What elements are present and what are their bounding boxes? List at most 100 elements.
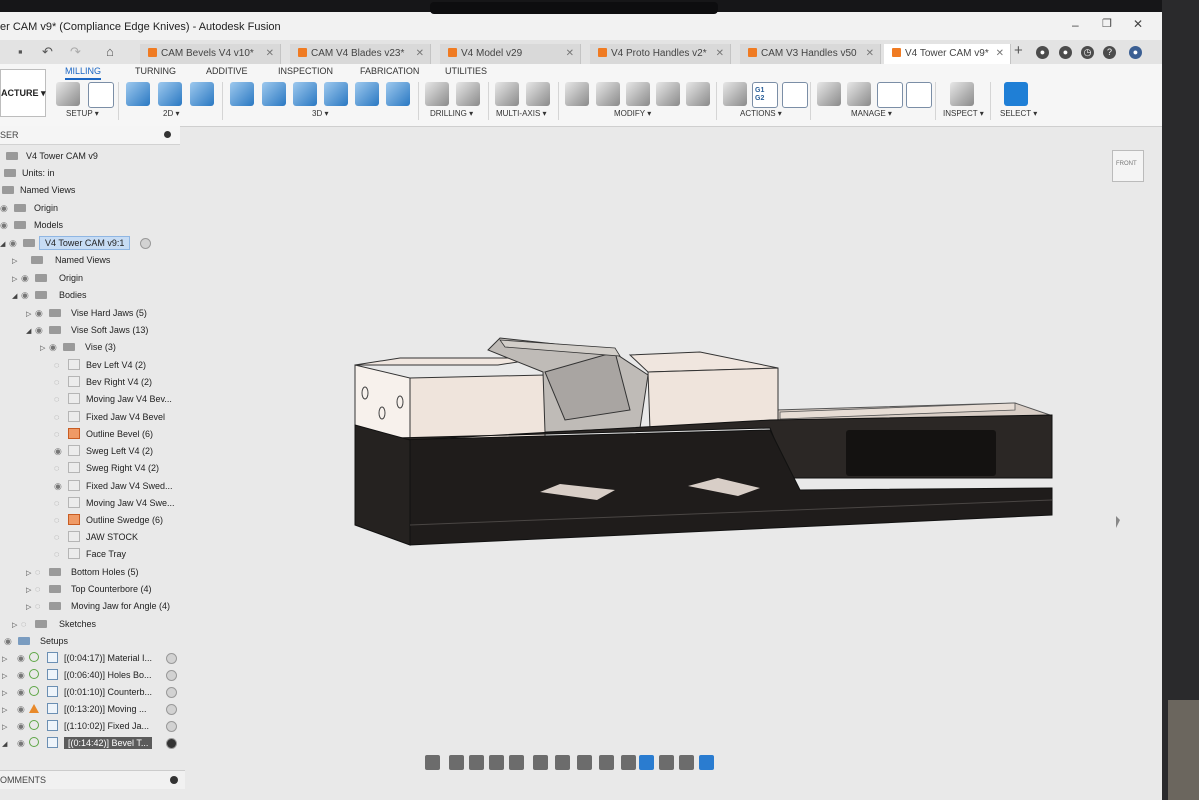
tree-setups[interactable]: ◉ Setups bbox=[4, 633, 68, 649]
setup-item[interactable]: ▷ ◉ [(0:01:10)] Counterb... bbox=[2, 684, 177, 702]
expand-arrow-icon[interactable]: ▷ bbox=[26, 307, 35, 323]
setup-radio-icon[interactable] bbox=[166, 738, 177, 749]
eye-icon[interactable]: ◌ bbox=[21, 616, 33, 632]
group-drilling[interactable]: DRILLING ▾ bbox=[430, 109, 473, 118]
viewports-icon[interactable] bbox=[577, 755, 592, 770]
stock-display-icon[interactable] bbox=[599, 755, 614, 770]
tree-comp-named-views[interactable]: ▷ Named Views bbox=[12, 252, 110, 268]
close-tab-icon[interactable]: ✕ bbox=[566, 44, 574, 64]
group-modify[interactable]: MODIFY ▾ bbox=[614, 109, 651, 118]
3d-adaptive-icon[interactable] bbox=[230, 82, 254, 106]
tab-milling[interactable]: MILLING bbox=[65, 66, 102, 80]
tree-sketches[interactable]: ▷ ◌ Sketches bbox=[12, 616, 96, 632]
eye-icon[interactable]: ◉ bbox=[4, 633, 16, 649]
tree-moving-jaw-angle[interactable]: ▷ ◌ Moving Jaw for Angle (4) bbox=[26, 598, 170, 614]
setup-item[interactable]: ▷ ◉ [(0:06:40)] Holes Bo... bbox=[2, 667, 177, 683]
post-process-icon[interactable]: G1 G2 bbox=[752, 82, 778, 108]
filter-icon[interactable] bbox=[679, 755, 694, 770]
template-library-icon[interactable] bbox=[877, 82, 903, 108]
tree-component[interactable]: ◢ ◉ V4 Tower CAM v9:1 bbox=[0, 235, 151, 251]
eye-icon[interactable]: ◌ bbox=[54, 546, 66, 562]
eye-icon[interactable]: ◌ bbox=[54, 374, 66, 390]
doc-tab-tower-cam[interactable]: V4 Tower CAM v9* ✕ bbox=[884, 44, 1011, 65]
eye-icon[interactable]: ◉ bbox=[17, 684, 29, 700]
comments-toggle-icon[interactable] bbox=[170, 776, 178, 784]
parallel-icon[interactable] bbox=[324, 82, 348, 106]
group-actions[interactable]: ACTIONS ▾ bbox=[740, 109, 782, 118]
eye-icon[interactable]: ◌ bbox=[54, 495, 66, 511]
collapse-arrow-icon[interactable]: ◢ bbox=[2, 737, 11, 753]
delete-toolpath-icon[interactable] bbox=[596, 82, 620, 106]
tab-turning[interactable]: TURNING bbox=[135, 66, 176, 76]
eye-icon[interactable]: ◌ bbox=[54, 426, 66, 442]
body-item[interactable]: ◌ Moving Jaw V4 Swe... bbox=[54, 495, 175, 511]
hole-recognition-icon[interactable] bbox=[456, 82, 480, 106]
activate-radio-icon[interactable] bbox=[140, 238, 151, 249]
group-select[interactable]: SELECT ▾ bbox=[1000, 109, 1037, 118]
measure-icon[interactable] bbox=[950, 82, 974, 106]
eye-icon[interactable]: ◌ bbox=[54, 529, 66, 545]
fit-icon[interactable] bbox=[509, 755, 524, 770]
new-tab-icon[interactable]: + bbox=[1014, 42, 1023, 59]
setup-radio-icon[interactable] bbox=[166, 721, 177, 732]
3d-pocket-icon[interactable] bbox=[262, 82, 286, 106]
expand-arrow-icon[interactable]: ▷ bbox=[26, 600, 35, 616]
eye-icon[interactable]: ◉ bbox=[21, 270, 33, 286]
vise-model[interactable] bbox=[354, 337, 1053, 546]
eye-icon[interactable]: ◉ bbox=[0, 217, 12, 233]
section-analysis-icon[interactable] bbox=[639, 755, 654, 770]
setup-radio-icon[interactable] bbox=[166, 670, 177, 681]
contour-icon[interactable] bbox=[386, 82, 410, 106]
expand-arrow-icon[interactable]: ▷ bbox=[12, 618, 21, 634]
expand-arrow-icon[interactable]: ▷ bbox=[12, 254, 21, 270]
eye-icon[interactable]: ◌ bbox=[35, 581, 47, 597]
machine-library-icon[interactable] bbox=[847, 82, 871, 106]
orbit-icon[interactable] bbox=[425, 755, 440, 770]
body-item[interactable]: ◌ Face Tray bbox=[54, 546, 126, 562]
help-icon[interactable]: ? bbox=[1103, 46, 1116, 59]
2d-pocket-icon[interactable] bbox=[158, 82, 182, 106]
expand-arrow-icon[interactable]: ▷ bbox=[2, 686, 11, 702]
scissors-icon[interactable] bbox=[565, 82, 589, 106]
display-settings-icon[interactable] bbox=[533, 755, 548, 770]
eye-icon[interactable]: ◉ bbox=[17, 667, 29, 683]
pan-icon[interactable] bbox=[469, 755, 484, 770]
collapse-arrow-icon[interactable]: ◢ bbox=[26, 324, 35, 340]
tree-comp-origin[interactable]: ▷ ◉ Origin bbox=[12, 270, 83, 286]
tree-bodies[interactable]: ◢ ◉ Bodies bbox=[12, 287, 87, 303]
face-icon[interactable] bbox=[190, 82, 214, 106]
eye-icon[interactable]: ◉ bbox=[54, 478, 66, 494]
tree-units[interactable]: Units: in bbox=[2, 165, 55, 181]
body-item[interactable]: ◌ Bev Right V4 (2) bbox=[54, 374, 152, 390]
undo-icon[interactable]: ↶ bbox=[42, 44, 53, 60]
duplicate-icon[interactable] bbox=[626, 82, 650, 106]
eye-icon[interactable]: ◉ bbox=[17, 735, 29, 751]
grid-settings-icon[interactable] bbox=[555, 755, 570, 770]
tool-library-icon[interactable] bbox=[817, 82, 841, 106]
job-status-icon[interactable]: ◷ bbox=[1081, 46, 1094, 59]
collapse-arrow-icon[interactable]: ◢ bbox=[12, 289, 21, 305]
tree-root[interactable]: V4 Tower CAM v9 bbox=[4, 148, 98, 164]
close-tab-icon[interactable]: ✕ bbox=[266, 44, 274, 64]
doc-tab-proto-handles[interactable]: V4 Proto Handles v2* ✕ bbox=[590, 44, 731, 64]
2d-adaptive-icon[interactable] bbox=[126, 82, 150, 106]
group-inspect[interactable]: INSPECT ▾ bbox=[943, 109, 984, 118]
tree-bottom-holes[interactable]: ▷ ◌ Bottom Holes (5) bbox=[26, 564, 139, 580]
group-3d[interactable]: 3D ▾ bbox=[312, 109, 328, 118]
doc-tab-cam-blades[interactable]: CAM V4 Blades v23* ✕ bbox=[290, 44, 431, 64]
look-at-icon[interactable] bbox=[449, 755, 464, 770]
tree-models[interactable]: ◉ Models bbox=[0, 217, 63, 233]
eye-icon[interactable]: ◉ bbox=[21, 287, 33, 303]
group-2d[interactable]: 2D ▾ bbox=[163, 109, 179, 118]
maximize-icon[interactable]: ❐ bbox=[1102, 17, 1112, 30]
tab-utilities[interactable]: UTILITIES bbox=[445, 66, 487, 76]
expand-arrow-icon[interactable]: ▷ bbox=[2, 652, 11, 668]
setup-radio-icon[interactable] bbox=[166, 704, 177, 715]
body-item[interactable]: ◌ JAW STOCK bbox=[54, 529, 138, 545]
doc-tab-cam-bevels[interactable]: CAM Bevels V4 v10* ✕ bbox=[140, 44, 281, 64]
setup-sheet-icon[interactable] bbox=[782, 82, 808, 108]
expand-arrow-icon[interactable]: ▷ bbox=[40, 341, 49, 357]
redo-icon[interactable]: ↷ bbox=[70, 44, 81, 60]
eye-icon[interactable]: ◉ bbox=[35, 322, 47, 338]
eye-icon[interactable]: ◌ bbox=[35, 564, 47, 580]
